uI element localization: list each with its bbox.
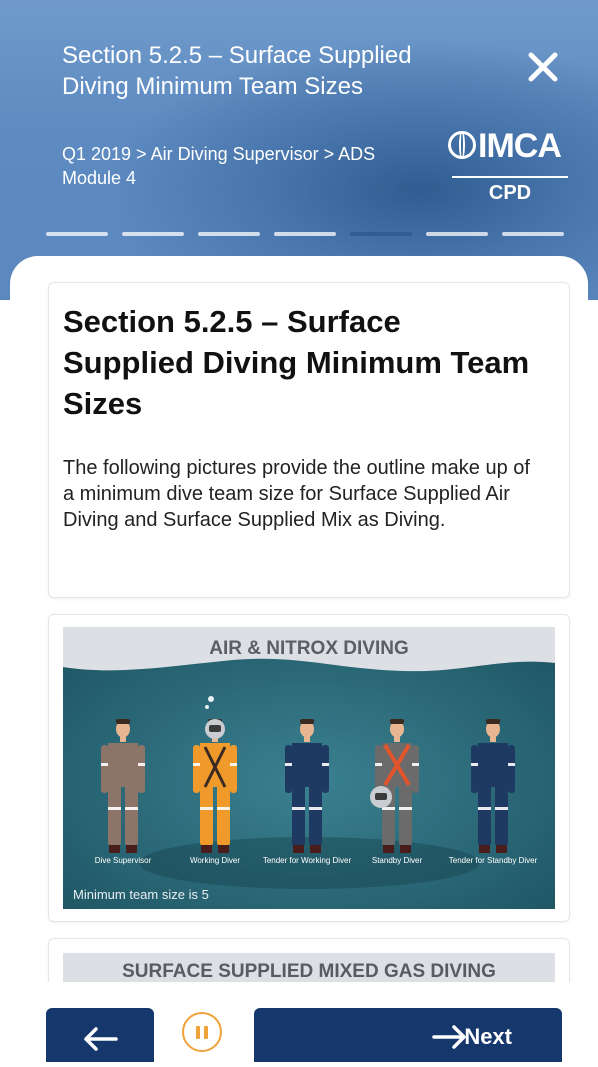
intro-card: Section 5.2.5 – Surface Supplied Diving … xyxy=(48,282,570,598)
progress-segment-1 xyxy=(46,232,108,236)
progress-segment-7 xyxy=(502,232,564,236)
next-button[interactable]: Next xyxy=(254,1008,562,1062)
section-title: Section 5.2.5 – Surface Supplied Diving … xyxy=(63,304,530,421)
progress-segment-2 xyxy=(122,232,184,236)
figure-caption: Minimum team size is 5 xyxy=(73,887,209,902)
role-label-tender-standby-diver: Tender for Standby Diver xyxy=(449,856,538,865)
arrow-left-icon xyxy=(84,1027,118,1051)
role-label-working-diver: Working Diver xyxy=(190,856,240,865)
arrow-right-icon xyxy=(432,1025,466,1049)
section-body: The following pictures provide the outli… xyxy=(63,457,530,531)
progress-indicator xyxy=(46,232,566,236)
pause-button[interactable] xyxy=(182,1012,222,1052)
progress-segment-6 xyxy=(426,232,488,236)
figure-card-air-nitrox: AIR & NITROX DIVING Dive Supervisor Work… xyxy=(48,614,570,922)
header-banner: Section 5.2.5 – Surface Supplied Diving … xyxy=(0,0,598,300)
role-label-standby-diver: Standby Diver xyxy=(372,856,423,865)
air-nitrox-diving-figure: AIR & NITROX DIVING Dive Supervisor Work… xyxy=(63,627,555,909)
progress-segment-3 xyxy=(198,232,260,236)
logo-subtext: CPD xyxy=(488,182,532,204)
role-label-tender-working-diver: Tender for Working Diver xyxy=(263,856,352,865)
close-icon[interactable] xyxy=(526,50,560,84)
breadcrumb: Q1 2019 > Air Diving Supervisor > ADS Mo… xyxy=(62,144,376,188)
progress-segment-5 xyxy=(350,232,412,236)
globe-icon xyxy=(448,131,476,159)
role-label-dive-supervisor: Dive Supervisor xyxy=(95,856,152,865)
header-title: Section 5.2.5 – Surface Supplied Diving … xyxy=(62,42,412,100)
logo-text: IMCA xyxy=(478,127,562,165)
figure2-title: SURFACE SUPPLIED MIXED GAS DIVING xyxy=(122,961,496,982)
progress-segment-4 xyxy=(274,232,336,236)
imca-cpd-logo: IMCA CPD xyxy=(448,124,572,208)
back-button[interactable] xyxy=(46,1008,154,1062)
figure-title: AIR & NITROX DIVING xyxy=(209,638,409,659)
